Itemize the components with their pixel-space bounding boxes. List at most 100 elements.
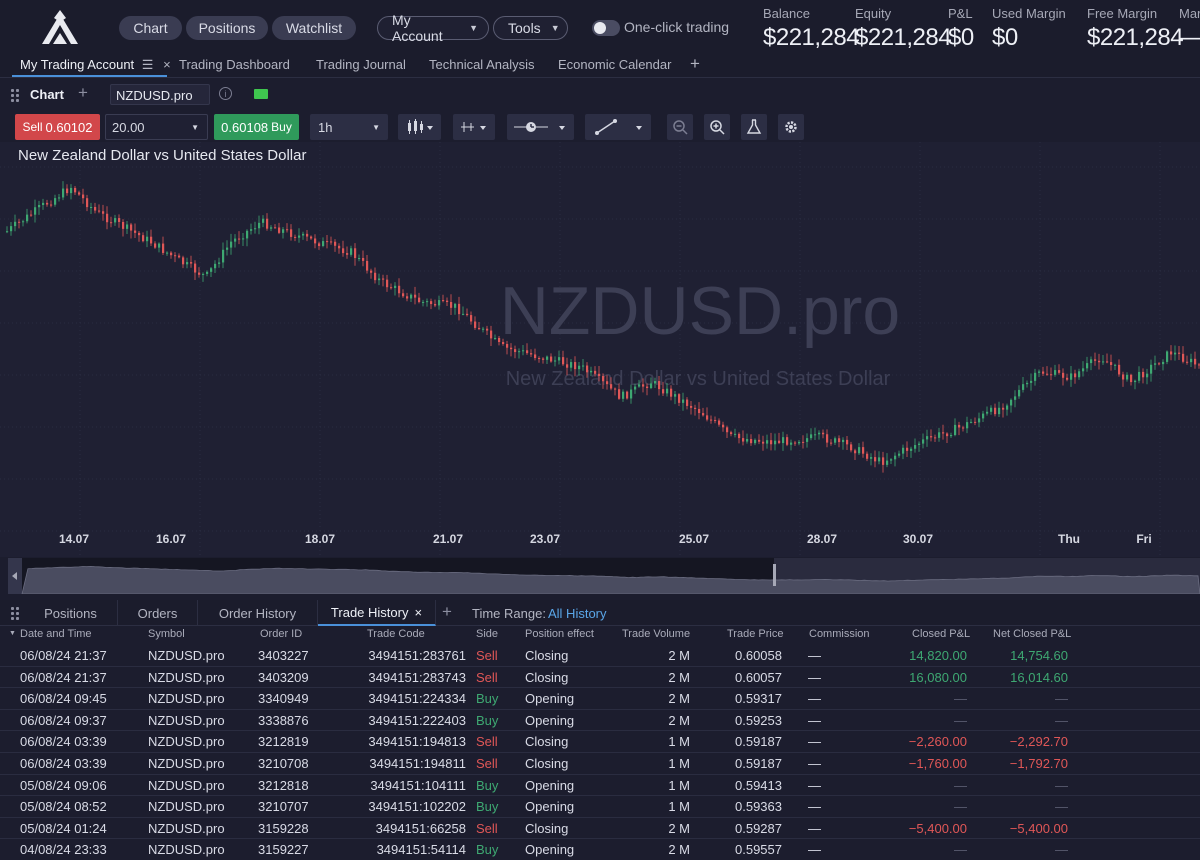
candle-body [654,381,657,384]
table-row[interactable]: 06/08/24 09:45 NZDUSD.pro 3340949 3494151:2… [0,688,1200,710]
cell-closed: −1,760.00 [908,756,967,771]
col-trade-code[interactable]: Trade Code [367,628,425,640]
candle-body [30,214,33,216]
nav-watchlist-button[interactable]: Watchlist [272,16,356,40]
candle-body [1138,371,1141,381]
tab-trade-history[interactable]: Trade History × [318,600,436,626]
table-row[interactable]: 05/08/24 08:52 NZDUSD.pro 3210707 3494151:1… [0,796,1200,818]
chart-type-button[interactable] [398,114,441,140]
col-closed-pnl[interactable]: Closed P&L [912,628,970,640]
candle-body [642,384,645,387]
studies-button[interactable] [741,114,767,140]
candle-body [110,222,113,224]
candle-body [774,440,777,445]
table-row[interactable]: 05/08/24 09:06 NZDUSD.pro 3212818 3494151:1… [0,775,1200,797]
col-trade-price[interactable]: Trade Price [727,628,783,640]
candle-body [22,221,25,223]
chart-navigator[interactable] [8,558,1200,595]
table-row[interactable]: 06/08/24 03:39 NZDUSD.pro 3210708 3494151:1… [0,753,1200,775]
cell-commission: — [808,669,821,685]
candle-body [506,344,509,348]
zoom-out-button[interactable] [667,114,693,140]
cell-order-id: 3338876 [258,712,309,728]
timeframe-select[interactable]: 1h ▼ [310,114,388,140]
symbol-field[interactable]: NZDUSD.pro [110,84,210,105]
nav-positions-button[interactable]: Positions [186,16,268,40]
settings-button[interactable] [778,114,804,140]
add-chart-plus-icon[interactable]: + [78,83,88,103]
candle-body [938,432,941,438]
tab-economic-calendar[interactable]: Economic Calendar [558,57,671,72]
candle-body [846,439,849,445]
col-net-closed-pnl[interactable]: Net Closed P&L [993,628,1071,640]
candle-body [414,294,417,298]
candle-body [582,365,585,367]
add-tab-plus-icon[interactable]: + [690,54,700,74]
candle-body [342,248,345,254]
tab-trading-dashboard[interactable]: Trading Dashboard [179,57,290,72]
close-icon[interactable]: × [414,605,422,620]
tab-order-history[interactable]: Order History [198,600,318,626]
candle-body [1094,359,1097,361]
col-date[interactable]: Date and Time [20,628,92,640]
cell-side: Sell [476,648,498,663]
close-icon[interactable]: × [163,57,171,72]
drawing-tools-button[interactable] [585,114,651,140]
connection-status-icon [254,89,268,99]
sell-button[interactable]: Sell 0.60102 [15,114,100,140]
indicators-button[interactable] [453,114,495,140]
cell-volume: 2 M [668,648,690,663]
tab-trading-journal[interactable]: Trading Journal [316,57,406,72]
table-row[interactable]: 06/08/24 09:37 NZDUSD.pro 3338876 3494151:2… [0,710,1200,732]
cell-date: 06/08/24 03:39 [20,756,107,771]
table-row[interactable]: 06/08/24 21:37 NZDUSD.pro 3403209 3494151:2… [0,667,1200,689]
chart-canvas[interactable]: NZDUSD.pro New Zealand Dollar vs United … [0,142,1200,557]
buy-button[interactable]: 0.60108 Buy [214,114,299,140]
my-account-dropdown[interactable]: My Account ▼ [377,12,489,44]
candle-body [626,391,629,399]
candle-body [58,197,61,199]
app-logo-icon[interactable] [40,8,80,46]
menu-icon[interactable]: ☰ [142,57,154,72]
candle-body [86,198,89,208]
zoom-in-button[interactable] [704,114,730,140]
cell-symbol: NZDUSD.pro [148,712,225,728]
one-click-toggle[interactable] [592,20,620,36]
navigator-handle[interactable] [773,564,776,586]
col-side[interactable]: Side [476,628,498,640]
time-range-select[interactable]: All History [548,606,607,621]
tab-orders[interactable]: Orders [118,600,198,626]
col-commission[interactable]: Commission [809,628,870,640]
drag-handle-icon[interactable] [11,89,19,102]
col-trade-volume[interactable]: Trade Volume [622,628,690,640]
add-panel-plus-icon[interactable]: + [442,602,452,622]
order-toolbar: Sell 0.60102 20.00 ▼ 0.60108 Buy 1h ▼ [0,114,1200,142]
sort-desc-icon[interactable]: ▼ [9,630,16,637]
tab-positions[interactable]: Positions [24,600,118,626]
tab-technical-analysis[interactable]: Technical Analysis [429,57,535,72]
tools-dropdown[interactable]: Tools ▼ [493,16,568,40]
candle-body [566,364,569,368]
navigator-canvas[interactable] [8,558,1200,595]
candle-body [210,268,213,272]
table-row[interactable]: 04/08/24 23:33 NZDUSD.pro 3159227 3494151:5… [0,839,1200,860]
nav-chart-button[interactable]: Chart [119,16,182,40]
tab-my-trading-account[interactable]: My Trading Account ☰ × [20,57,171,73]
price-chart[interactable]: NZDUSD.pro New Zealand Dollar vs United … [0,142,1200,557]
quantity-select[interactable]: 20.00 ▼ [105,114,208,140]
cell-side: Buy [476,842,499,858]
time-settings-button[interactable] [507,114,574,140]
table-row[interactable]: 06/08/24 21:37 NZDUSD.pro 3403227 3494151:2… [0,645,1200,667]
info-icon[interactable]: i [219,87,232,100]
table-row[interactable]: 05/08/24 01:24 NZDUSD.pro 3159228 3494151:6… [0,818,1200,840]
col-order-id[interactable]: Order ID [260,628,302,640]
cell-symbol: NZDUSD.pro [148,669,225,685]
drag-handle-icon[interactable] [11,607,19,620]
col-position-effect[interactable]: Position effect [525,628,594,640]
candle-body [454,303,457,308]
candle-body [494,337,497,339]
table-row[interactable]: 06/08/24 03:39 NZDUSD.pro 3212819 3494151:1… [0,731,1200,753]
cell-code: 3494151:194813 [368,734,466,750]
cell-date: 06/08/24 21:37 [20,648,107,663]
col-symbol[interactable]: Symbol [148,628,185,640]
